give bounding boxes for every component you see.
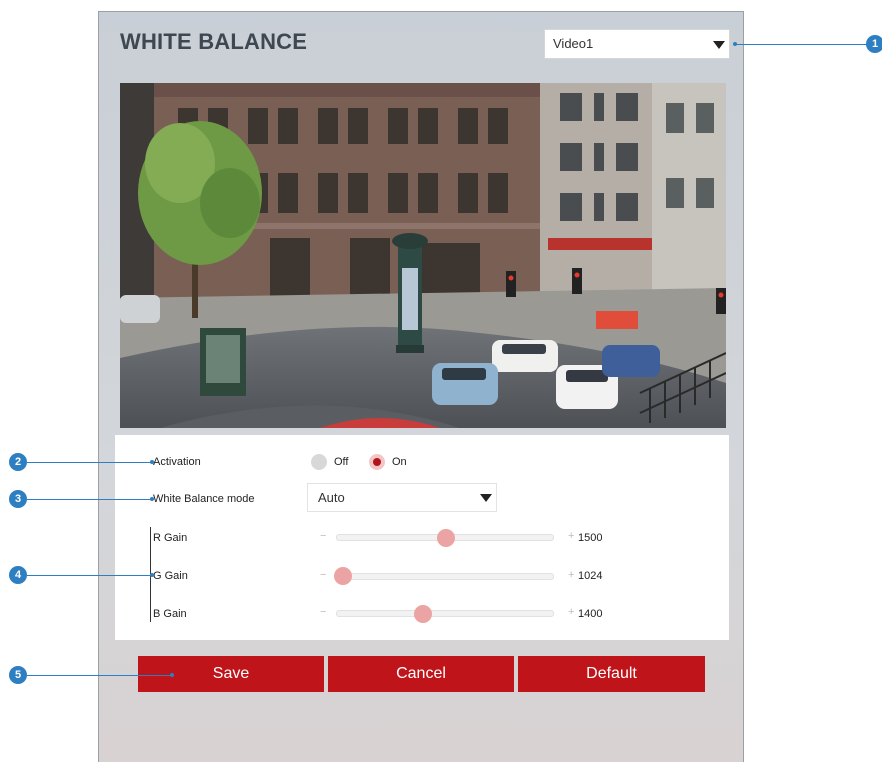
callout-2-anchor: [150, 460, 154, 464]
wb-mode-label: White Balance mode: [153, 493, 255, 505]
r-gain-label: R Gain: [153, 532, 188, 544]
g-gain-label: G Gain: [153, 570, 188, 582]
callout-5-anchor: [170, 673, 174, 677]
b-gain-slider-track[interactable]: [336, 610, 554, 617]
activation-on-radio[interactable]: [369, 454, 385, 470]
r-gain-value: 1500: [578, 532, 603, 544]
callout-5-marker: 5: [9, 666, 27, 684]
street-scene-image: [120, 83, 726, 428]
callout-5-line: [27, 675, 172, 676]
r-gain-plus-icon[interactable]: +: [568, 530, 574, 542]
g-gain-plus-icon[interactable]: +: [568, 569, 574, 581]
save-button[interactable]: Save: [138, 656, 324, 692]
dropdown-arrow-icon: [480, 494, 492, 502]
callout-1-marker: 1: [866, 35, 882, 53]
callout-2-marker: 2: [9, 453, 27, 471]
b-gain-label: B Gain: [153, 608, 187, 620]
r-gain-minus-icon[interactable]: −: [320, 530, 326, 542]
b-gain-minus-icon[interactable]: −: [320, 606, 326, 618]
wb-mode-select[interactable]: Auto: [307, 483, 497, 512]
dropdown-arrow-icon: [713, 41, 725, 49]
page-title: WHITE BALANCE: [120, 29, 308, 54]
callout-2-line: [27, 462, 152, 463]
callout-3-anchor: [150, 497, 154, 501]
camera-preview: [120, 83, 726, 428]
activation-off-radio[interactable]: [311, 454, 327, 470]
b-gain-value: 1400: [578, 608, 603, 620]
callout-4-marker: 4: [9, 566, 27, 584]
cancel-button[interactable]: Cancel: [328, 656, 514, 692]
b-gain-slider-thumb[interactable]: [414, 605, 432, 623]
g-gain-value: 1024: [578, 570, 603, 582]
activation-off-label: Off: [334, 456, 349, 468]
callout-4-anchor: [150, 573, 154, 577]
activation-label: Activation: [153, 456, 201, 468]
g-gain-slider-thumb[interactable]: [334, 567, 352, 585]
g-gain-minus-icon[interactable]: −: [320, 569, 326, 581]
video-source-value: Video1: [553, 36, 594, 51]
video-source-select[interactable]: Video1: [544, 29, 730, 59]
b-gain-plus-icon[interactable]: +: [568, 606, 574, 618]
activation-on-label: On: [392, 456, 407, 468]
callout-1-line: [735, 44, 867, 45]
callout-3-marker: 3: [9, 490, 27, 508]
wb-mode-value: Auto: [318, 490, 345, 505]
r-gain-slider-thumb[interactable]: [437, 529, 455, 547]
callout-3-line: [27, 499, 152, 500]
g-gain-slider-track[interactable]: [336, 573, 554, 580]
callout-4-line: [27, 575, 152, 576]
default-button[interactable]: Default: [518, 656, 705, 692]
